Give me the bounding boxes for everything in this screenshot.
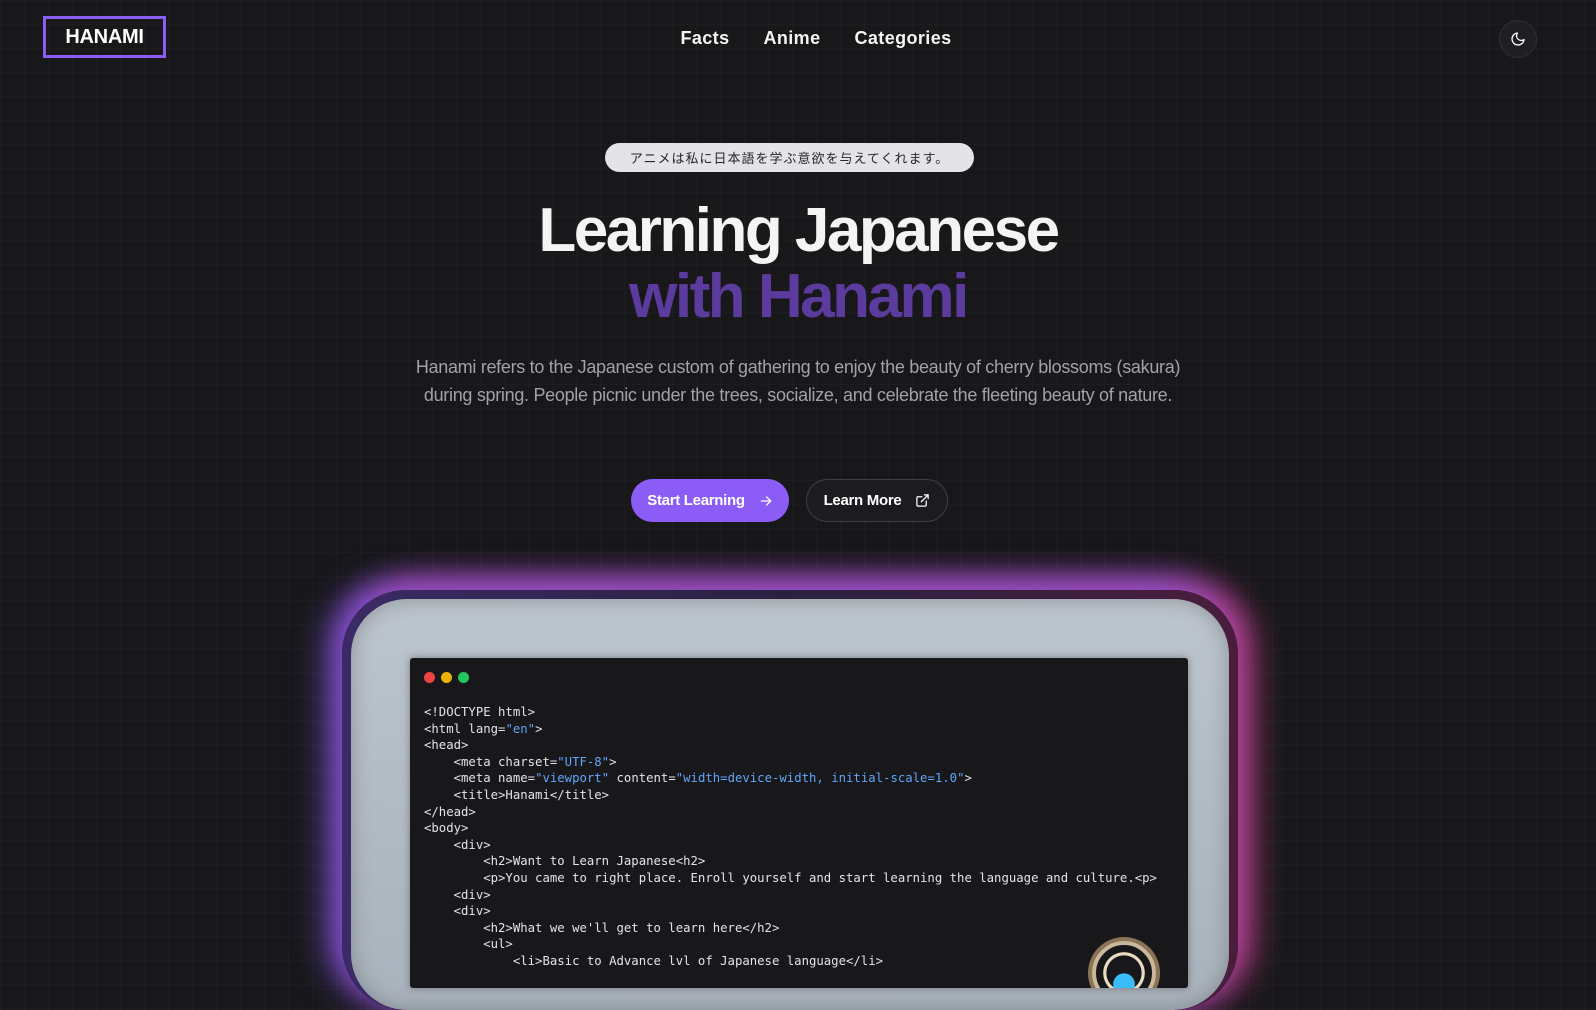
code-token: <div> <box>424 904 491 919</box>
code-token: <div> <box>424 837 491 852</box>
code-line: <head> <box>424 737 1157 754</box>
hero-title: Learning Japanese <box>538 196 1060 265</box>
code-token: > <box>964 771 972 786</box>
arrow-right-icon <box>760 495 772 506</box>
learn-more-button[interactable]: Learn More <box>806 479 948 522</box>
code-line: <h2>Want to Learn Japanese<h2> <box>424 853 1157 870</box>
start-learning-button[interactable]: Start Learning <box>631 479 789 522</box>
external-link-icon <box>916 494 930 507</box>
code-token: > <box>609 754 617 769</box>
code-token: <div> <box>424 887 491 902</box>
code-string-token: "viewport" <box>535 771 610 786</box>
code-token: > <box>535 721 543 736</box>
code-line: <h2>What we we'll get to learn here</h2> <box>424 920 1157 937</box>
nav-item-facts[interactable]: Facts <box>680 28 729 49</box>
theme-toggle-button[interactable] <box>1499 20 1537 58</box>
moon-icon <box>1511 32 1525 46</box>
code-token: <body> <box>424 821 469 836</box>
hero-badge: アニメは私に日本語を学ぶ意欲を与えてくれます。 <box>605 143 974 172</box>
code-line: <html lang="en"> <box>424 721 1157 738</box>
code-line: <li>Basic to Advance lvl of Japanese lan… <box>424 953 1157 970</box>
hero-title-accent: with Hanami <box>629 262 969 331</box>
code-token: <head> <box>424 738 469 753</box>
code-line: <div> <box>424 887 1157 904</box>
code-line: <meta charset="UTF-8"> <box>424 754 1157 771</box>
code-line: <title>Hanami</title> <box>424 787 1157 804</box>
code-token: <meta charset= <box>424 754 558 769</box>
code-line: <!DOCTYPE html> <box>424 704 1157 721</box>
code-token: <meta name= <box>424 771 536 786</box>
start-learning-label: Start Learning <box>647 492 745 509</box>
code-block: <!DOCTYPE html> <html lang="en"> <head> <m… <box>424 704 1157 970</box>
device-screen: <!DOCTYPE html> <html lang="en"> <head> <m… <box>351 599 1229 1010</box>
code-string-token: "UTF-8" <box>557 754 610 769</box>
code-token: <p>You came to right place. Enroll yours… <box>424 870 1157 885</box>
code-line: <meta name="viewport" content="width=dev… <box>424 770 1157 787</box>
code-line: <div> <box>424 903 1157 920</box>
code-line: <ul> <box>424 936 1157 953</box>
close-dot-icon <box>424 672 435 683</box>
code-token: <!DOCTYPE html> <box>424 705 536 719</box>
code-token: <h2>What we we'll get to learn here</h2> <box>424 920 780 935</box>
code-string-token: "width=device-width, initial-scale=1.0" <box>675 771 965 786</box>
code-editor-window: <!DOCTYPE html> <html lang="en"> <head> <m… <box>410 658 1188 988</box>
code-line: <div> <box>424 837 1157 854</box>
code-token: content= <box>609 771 676 786</box>
nav-item-anime[interactable]: Anime <box>763 28 820 49</box>
maximize-dot-icon <box>458 672 469 683</box>
device-frame: <!DOCTYPE html> <html lang="en"> <head> <m… <box>342 590 1238 1010</box>
code-line: </head> <box>424 804 1157 821</box>
code-token: <h2>Want to Learn Japanese<h2> <box>424 854 706 869</box>
code-token: <html lang= <box>424 721 506 736</box>
nav-item-categories[interactable]: Categories <box>855 28 952 49</box>
code-token: </head> <box>424 804 476 819</box>
hero-description: Hanami refers to the Japanese custom of … <box>415 357 1181 405</box>
code-string-token: "en" <box>505 721 536 736</box>
window-controls <box>424 672 469 683</box>
main-nav: Facts Anime Categories <box>0 28 1596 49</box>
code-line: <p>You came to right place. Enroll yours… <box>424 870 1157 887</box>
code-token: <title>Hanami</title> <box>424 787 610 802</box>
code-line: <body> <box>424 820 1157 837</box>
code-token: <li>Basic to Advance lvl of Japanese lan… <box>424 953 884 968</box>
minimize-dot-icon <box>441 672 452 683</box>
learn-more-label: Learn More <box>823 492 902 509</box>
code-token: <ul> <box>424 937 513 952</box>
